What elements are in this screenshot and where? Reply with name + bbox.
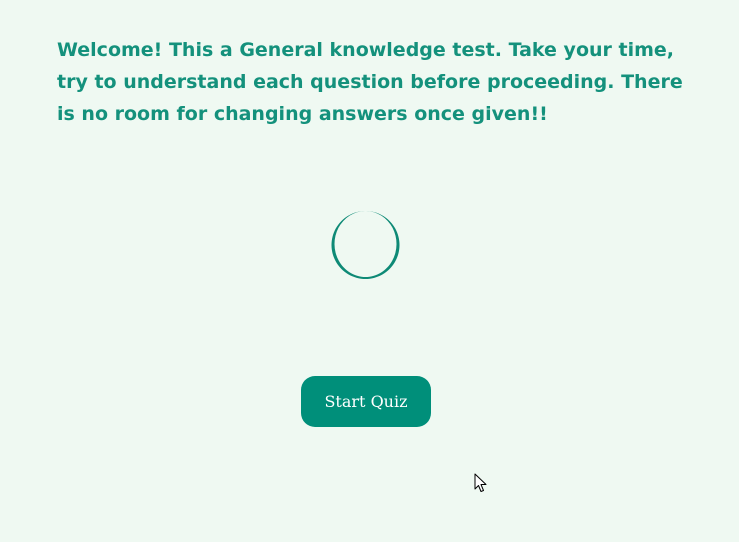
welcome-message: Welcome! This a General knowledge test. … <box>57 39 683 125</box>
mouse-pointer-icon <box>474 473 487 492</box>
loading-spinner-icon <box>331 211 400 279</box>
start-quiz-button[interactable]: Start Quiz <box>301 376 431 427</box>
